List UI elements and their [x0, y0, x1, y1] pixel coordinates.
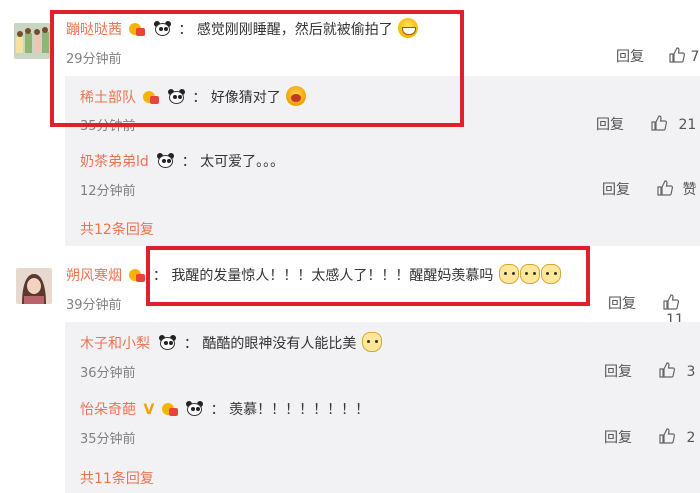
like-count: 7: [690, 49, 700, 65]
highlight-box: [146, 246, 590, 306]
thumb-up-icon: [651, 115, 668, 131]
username[interactable]: 木子和小梨: [80, 336, 150, 352]
like-button[interactable]: 21: [650, 114, 696, 133]
username[interactable]: 怡朵奇葩: [80, 402, 136, 418]
thumb-up-icon: [659, 362, 676, 378]
reply-text: 太可爱了。。。: [200, 154, 285, 170]
reply-time: 12分钟前: [80, 184, 136, 199]
username[interactable]: 朔风寒烟: [66, 268, 122, 284]
panda-badge-icon: [156, 153, 175, 169]
like-button[interactable]: 赞: [656, 179, 696, 199]
like-button[interactable]: 2: [658, 427, 695, 446]
member-badge-icon: [128, 267, 146, 283]
username[interactable]: 奶茶弟弟ld: [80, 154, 149, 170]
like-count: 3: [686, 364, 696, 380]
like-button[interactable]: 7: [668, 46, 699, 65]
colon: ：: [181, 154, 196, 170]
reply-time: 35分钟前: [80, 432, 136, 447]
reply-button[interactable]: 回复: [604, 427, 632, 447]
thumb-up-icon: [657, 180, 674, 196]
reply-line: 奶茶弟弟ld ： 太可爱了。。。: [80, 151, 284, 171]
thumb-up-icon: [663, 294, 680, 310]
like-label: 赞: [682, 182, 697, 198]
thumb-up-icon: [669, 47, 686, 63]
thumb-up-icon: [659, 428, 676, 444]
member-badge-icon: [161, 401, 179, 417]
view-more-replies-link[interactable]: 共12条回复: [80, 219, 154, 239]
avatar[interactable]: [16, 268, 52, 304]
reply-button[interactable]: 回复: [616, 46, 644, 66]
like-count: 21: [678, 117, 697, 133]
reply-text: 酷酷的眼神没有人能比美: [202, 336, 357, 352]
panda-badge-icon: [185, 401, 204, 417]
reply-button[interactable]: 回复: [602, 179, 630, 199]
avatar[interactable]: [14, 23, 50, 59]
colon: ：: [183, 336, 198, 352]
like-count: 2: [686, 430, 696, 446]
reply-button[interactable]: 回复: [604, 361, 632, 381]
reply-text: 羡慕！！！！！！！！: [229, 402, 370, 418]
verified-v-icon: V: [143, 402, 155, 418]
like-button[interactable]: 3: [658, 361, 695, 380]
colon: ：: [210, 402, 225, 418]
reply-time: 36分钟前: [80, 366, 136, 381]
reply-line: 木子和小梨 ： 酷酷的眼神没有人能比美: [80, 332, 382, 353]
view-more-replies-link[interactable]: 共11条回复: [80, 468, 154, 488]
reply-button[interactable]: 回复: [596, 114, 624, 134]
reply-line: 怡朵奇葩 V ： 羡慕！！！！！！！！: [80, 399, 369, 419]
reply-button[interactable]: 回复: [608, 293, 636, 313]
panda-badge-icon: [158, 335, 177, 351]
highlight-box: [50, 10, 464, 127]
cat-face-icon: [361, 332, 382, 352]
comment-time: 39分钟前: [66, 298, 122, 313]
